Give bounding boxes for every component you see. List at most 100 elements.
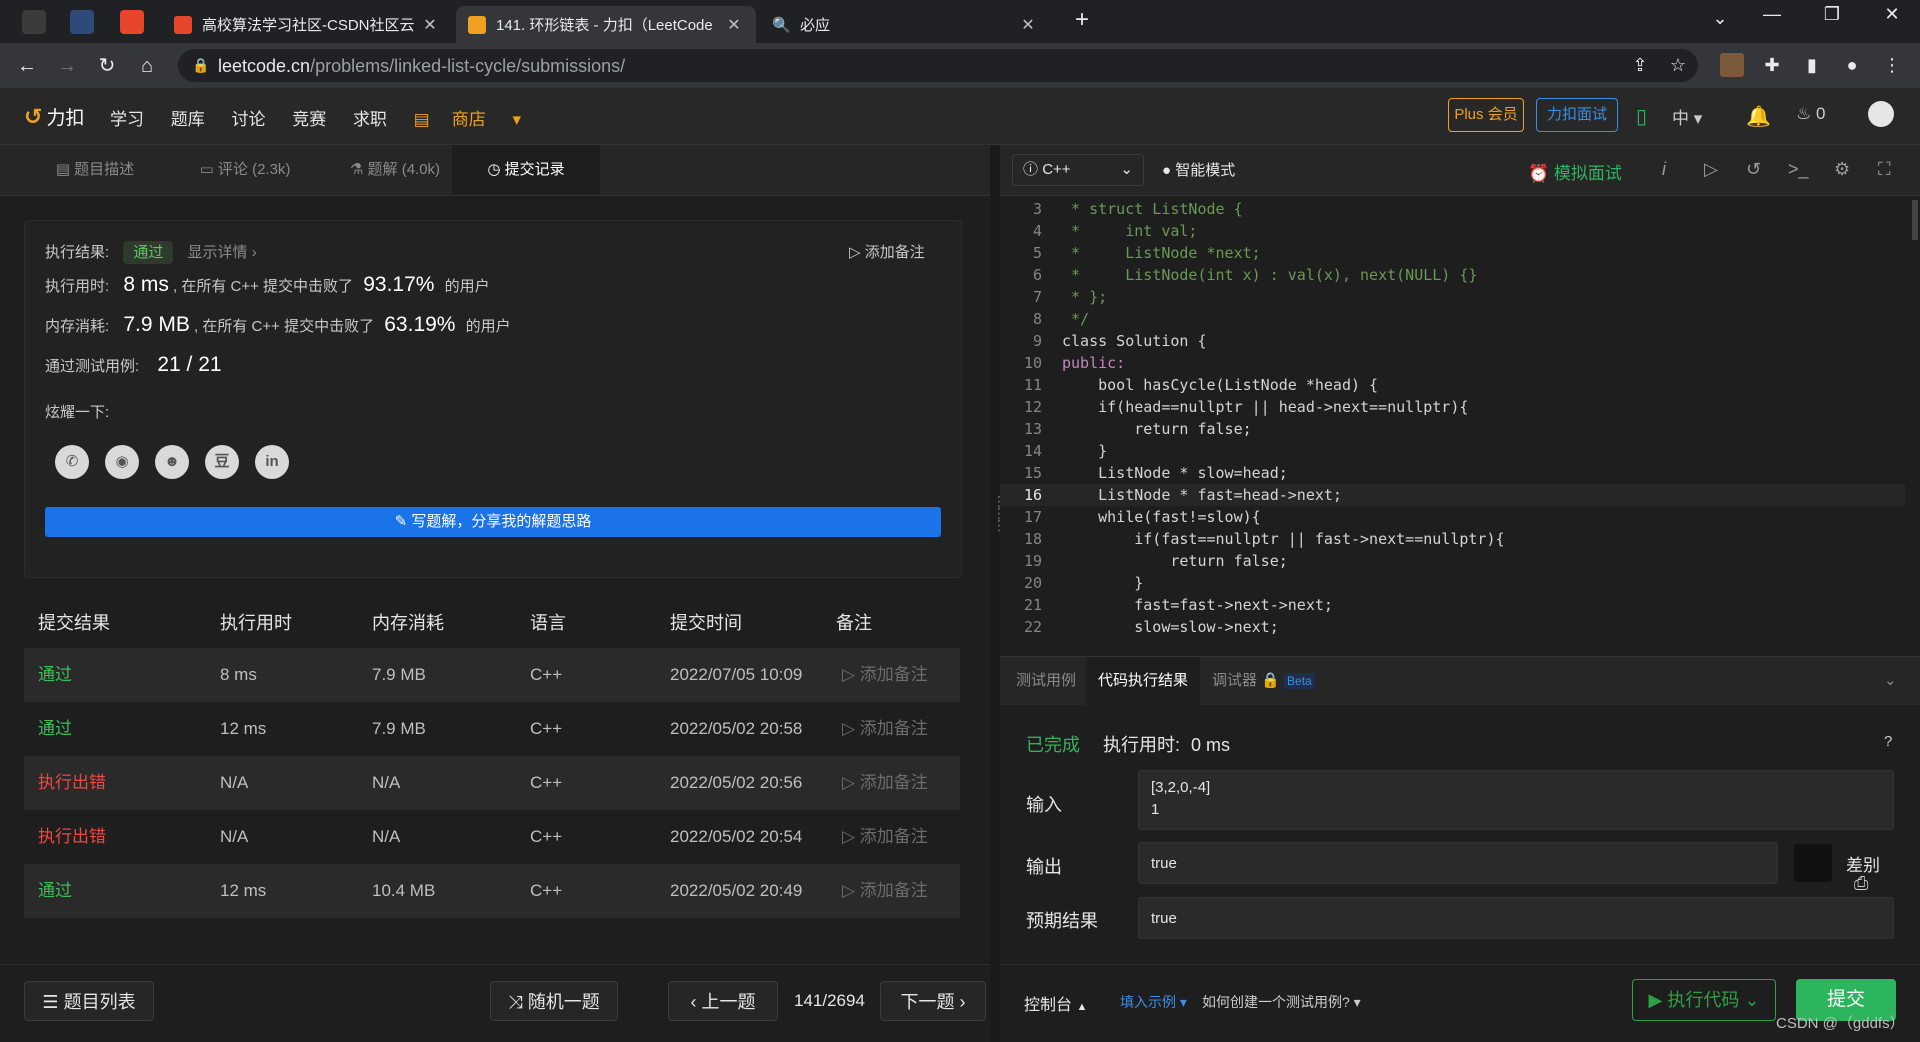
bell-icon[interactable]: 🔔	[1746, 104, 1771, 129]
info-icon[interactable]: i	[1662, 159, 1666, 180]
chevron-down-icon[interactable]: ⌄	[1700, 8, 1740, 29]
qq-icon[interactable]: ☻	[155, 445, 189, 479]
run-code-button[interactable]: ▶ 执行代码 ⌄	[1632, 979, 1776, 1021]
browser-tab-bing[interactable]: 🔍 必应 ✕	[760, 6, 1050, 43]
row-add-note[interactable]: ▷ 添加备注	[842, 864, 928, 918]
row-time: 12 ms	[220, 881, 267, 900]
tab-debugger[interactable]: 调试器 🔒 Beta	[1200, 657, 1327, 705]
help-icon[interactable]: ?	[1884, 733, 1892, 750]
browser-tab-leetcode[interactable]: 141. 环形链表 - 力扣（LeetCode ✕	[456, 6, 756, 43]
browser-tab-csdn[interactable]: 高校算法学习社区-CSDN社区云 ✕	[162, 6, 452, 43]
row-result[interactable]: 通过	[38, 702, 72, 756]
avatar[interactable]	[1868, 101, 1894, 127]
watermark: CSDN @（gddfs）	[1776, 1015, 1905, 1032]
editor-scrollbar[interactable]	[1912, 200, 1918, 240]
close-icon[interactable]: ✕	[1018, 15, 1038, 35]
row-result[interactable]: 执行出错	[38, 810, 106, 864]
pinned-tab-2-icon[interactable]	[70, 10, 94, 34]
next-problem-button[interactable]: 下一题 ›	[880, 981, 986, 1021]
menu-item-shop[interactable]: ▤ 商店 ▾	[414, 110, 521, 129]
close-window-icon[interactable]: ✕	[1872, 4, 1912, 25]
close-icon[interactable]: ✕	[724, 15, 744, 35]
back-icon[interactable]: ←	[12, 51, 42, 81]
restore-icon[interactable]: ❐	[1812, 4, 1852, 25]
pinned-tab-1-icon[interactable]	[22, 10, 46, 34]
tab-testcase[interactable]: 测试用例	[1004, 657, 1088, 705]
table-row[interactable]: 通过 12 ms 10.4 MB C++ 2022/05/02 20:49 ▷ …	[24, 864, 960, 918]
table-row[interactable]: 执行出错 N/A N/A C++ 2022/05/02 20:56 ▷ 添加备注	[24, 756, 960, 810]
row-result[interactable]: 通过	[38, 648, 72, 702]
fullscreen-icon[interactable]: ⛶	[1878, 159, 1891, 180]
bookmark-icon[interactable]: ⎙	[1854, 873, 1868, 894]
leetcode-logo[interactable]: ↺ 力扣	[24, 103, 84, 130]
douban-icon[interactable]: 豆	[205, 445, 239, 479]
linkedin-icon[interactable]: in	[255, 445, 289, 479]
menu-item-problems[interactable]: 题库	[171, 110, 205, 129]
smart-mode-toggle[interactable]: ● 智能模式	[1162, 159, 1235, 180]
minimize-icon[interactable]: —	[1752, 4, 1792, 25]
language-select[interactable]: ⓘ C++ ⌄	[1012, 154, 1144, 186]
url-input[interactable]: 🔒 leetcode.cn/problems/linked-list-cycle…	[178, 49, 1698, 82]
write-solution-button[interactable]: ✎ 写题解，分享我的解题思路	[45, 507, 941, 537]
tab-description[interactable]: ▤ 题目描述	[20, 145, 170, 195]
forward-icon[interactable]: →	[52, 51, 82, 81]
row-result[interactable]: 执行出错	[38, 756, 106, 810]
plus-member-button[interactable]: Plus 会员	[1448, 98, 1524, 132]
table-row[interactable]: 通过 12 ms 7.9 MB C++ 2022/05/02 20:58 ▷ 添…	[24, 702, 960, 756]
row-result[interactable]: 通过	[38, 864, 72, 918]
random-problem-button[interactable]: ⤨ 随机一题	[490, 981, 618, 1021]
lock-icon[interactable]: 🔒	[192, 57, 209, 74]
console-toggle[interactable]: 控制台 ▲	[1024, 991, 1087, 1015]
panel-splitter[interactable]: ⋮ ⋮ ⋮	[990, 145, 1006, 1041]
chevron-down-icon[interactable]: ⌄	[1872, 657, 1909, 705]
play-icon[interactable]: ▷	[1704, 159, 1718, 180]
prev-problem-button[interactable]: ‹ 上一题	[668, 981, 778, 1021]
show-detail-link[interactable]: 显示详情 ›	[188, 244, 257, 261]
extension-avatar-icon[interactable]	[1720, 53, 1744, 77]
row-add-note[interactable]: ▷ 添加备注	[842, 756, 928, 810]
result-tabs: 测试用例 代码执行结果 调试器 🔒 Beta ⌄	[1000, 656, 1920, 706]
add-note-button[interactable]: ▷ 添加备注	[849, 241, 925, 262]
weibo-icon[interactable]: ◉	[105, 445, 139, 479]
star-icon[interactable]: ☆	[1666, 53, 1690, 77]
mobile-icon[interactable]: ▯	[1636, 104, 1647, 129]
reload-icon[interactable]: ↻	[92, 51, 122, 81]
diff-toggle[interactable]	[1794, 844, 1832, 882]
interview-button[interactable]: 力扣面试	[1536, 98, 1618, 132]
row-add-note[interactable]: ▷ 添加备注	[842, 810, 928, 864]
row-add-note[interactable]: ▷ 添加备注	[842, 648, 928, 702]
reset-icon[interactable]: ↺	[1746, 159, 1761, 180]
tab-exec-result[interactable]: 代码执行结果	[1086, 657, 1201, 705]
language-switch[interactable]: 中 ▾	[1672, 104, 1702, 129]
settings-icon[interactable]: ⚙	[1834, 159, 1850, 180]
tab-solutions[interactable]: ⚗ 题解 (4.0k)	[320, 145, 470, 195]
share-icon[interactable]: ⇪	[1628, 53, 1652, 77]
menu-item-discuss[interactable]: 讨论	[231, 110, 265, 129]
table-row[interactable]: 通过 8 ms 7.9 MB C++ 2022/07/05 10:09 ▷ 添加…	[24, 648, 960, 702]
row-add-note[interactable]: ▷ 添加备注	[842, 702, 928, 756]
mock-interview-button[interactable]: ⏰ 模拟面试	[1528, 159, 1622, 184]
home-icon[interactable]: ⌂	[132, 51, 162, 81]
puzzle-icon[interactable]: ✚	[1760, 53, 1784, 77]
pinned-tab-3-icon[interactable]	[120, 10, 144, 34]
menu-item-contest[interactable]: 竞赛	[292, 110, 326, 129]
tab-submissions[interactable]: ◷ 提交记录	[452, 145, 600, 195]
profile-icon[interactable]: ●	[1840, 53, 1864, 77]
problem-list-button[interactable]: ☰ 题目列表	[24, 981, 154, 1021]
wechat-icon[interactable]: ✆	[55, 445, 89, 479]
points-icon[interactable]: ♨ 0	[1796, 104, 1825, 124]
fill-example-button[interactable]: 填入示例 ▾	[1120, 992, 1187, 1012]
tab-comments[interactable]: ▭ 评论 (2.3k)	[170, 145, 320, 195]
plus-icon[interactable]: +	[1062, 6, 1102, 34]
menu-item-learn[interactable]: 学习	[110, 110, 144, 129]
close-icon[interactable]: ✕	[420, 15, 440, 35]
code-editor[interactable]: 3 * struct ListNode { 4 * int val; 5 * L…	[1000, 196, 1920, 656]
code-line: 5 * ListNode *next;	[1032, 244, 1261, 262]
how-to-testcase-link[interactable]: 如何创建一个测试用例? ▾	[1202, 992, 1361, 1012]
terminal-icon[interactable]: >_	[1788, 159, 1809, 180]
table-row[interactable]: 执行出错 N/A N/A C++ 2022/05/02 20:54 ▷ 添加备注	[24, 810, 960, 864]
sidebar-icon[interactable]: ▮	[1800, 53, 1824, 77]
leetcode-logo-icon	[468, 15, 486, 34]
menu-item-jobs[interactable]: 求职	[353, 110, 387, 129]
more-icon[interactable]: ⋮	[1880, 53, 1904, 77]
